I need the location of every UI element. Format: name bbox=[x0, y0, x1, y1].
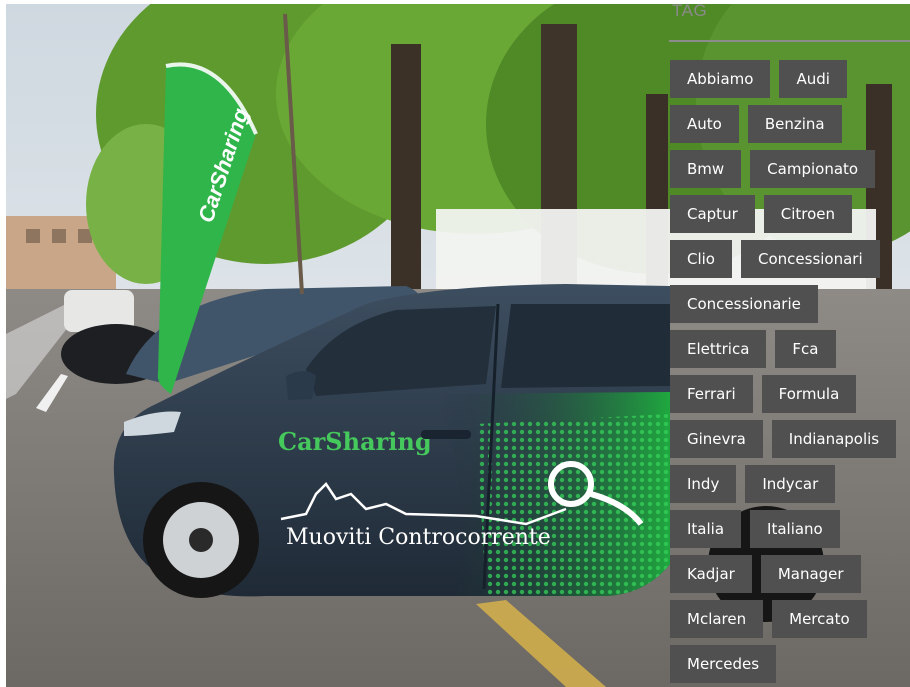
tree-trunk bbox=[391, 44, 421, 294]
tag-link-benzina[interactable]: Benzina bbox=[747, 105, 842, 143]
tag-cloud: Abbiamo Audi Auto Benzina Bmw Campionato Captu… bbox=[670, 60, 906, 683]
tag-title-divider bbox=[669, 40, 910, 42]
tag-link-concessionarie[interactable]: Concessionarie bbox=[670, 285, 818, 323]
tag-link-mercedes[interactable]: Mercedes bbox=[670, 645, 777, 683]
tag-link-kadjar[interactable]: Kadjar bbox=[670, 555, 752, 593]
tag-link-mercato[interactable]: Mercato bbox=[772, 600, 867, 638]
tag-link-bmw[interactable]: Bmw bbox=[670, 150, 742, 188]
tag-link-ferrari[interactable]: Ferrari bbox=[670, 375, 753, 413]
tag-link-formula[interactable]: Formula bbox=[761, 375, 857, 413]
tag-link-abbiamo[interactable]: Abbiamo bbox=[670, 60, 771, 98]
tag-link-auto[interactable]: Auto bbox=[670, 105, 739, 143]
tag-link-audi[interactable]: Audi bbox=[779, 60, 847, 98]
tag-link-citroen[interactable]: Citroen bbox=[763, 195, 853, 233]
tag-link-elettrica[interactable]: Elettrica bbox=[670, 330, 767, 368]
car-slogan-text: Muoviti Controcorrente bbox=[286, 525, 551, 550]
tag-link-indy[interactable]: Indy bbox=[670, 465, 737, 503]
tag-link-mclaren[interactable]: Mclaren bbox=[670, 600, 764, 638]
tag-link-ginevra[interactable]: Ginevra bbox=[670, 420, 763, 458]
tag-link-indycar[interactable]: Indycar bbox=[745, 465, 836, 503]
tag-link-campionato[interactable]: Campionato bbox=[750, 150, 876, 188]
tag-link-manager[interactable]: Manager bbox=[760, 555, 861, 593]
tag-link-captur[interactable]: Captur bbox=[670, 195, 755, 233]
tag-link-italiano[interactable]: Italiano bbox=[750, 510, 840, 548]
tag-widget-title: TAG bbox=[672, 1, 708, 20]
car-brand-text: CarSharing bbox=[278, 427, 432, 456]
tag-link-clio[interactable]: Clio bbox=[670, 240, 732, 278]
tag-link-concessionari[interactable]: Concessionari bbox=[741, 240, 880, 278]
tag-link-fca[interactable]: Fca bbox=[775, 330, 836, 368]
tag-link-italia[interactable]: Italia bbox=[670, 510, 742, 548]
rear-window bbox=[501, 304, 670, 388]
tag-link-indianapolis[interactable]: Indianapolis bbox=[771, 420, 897, 458]
